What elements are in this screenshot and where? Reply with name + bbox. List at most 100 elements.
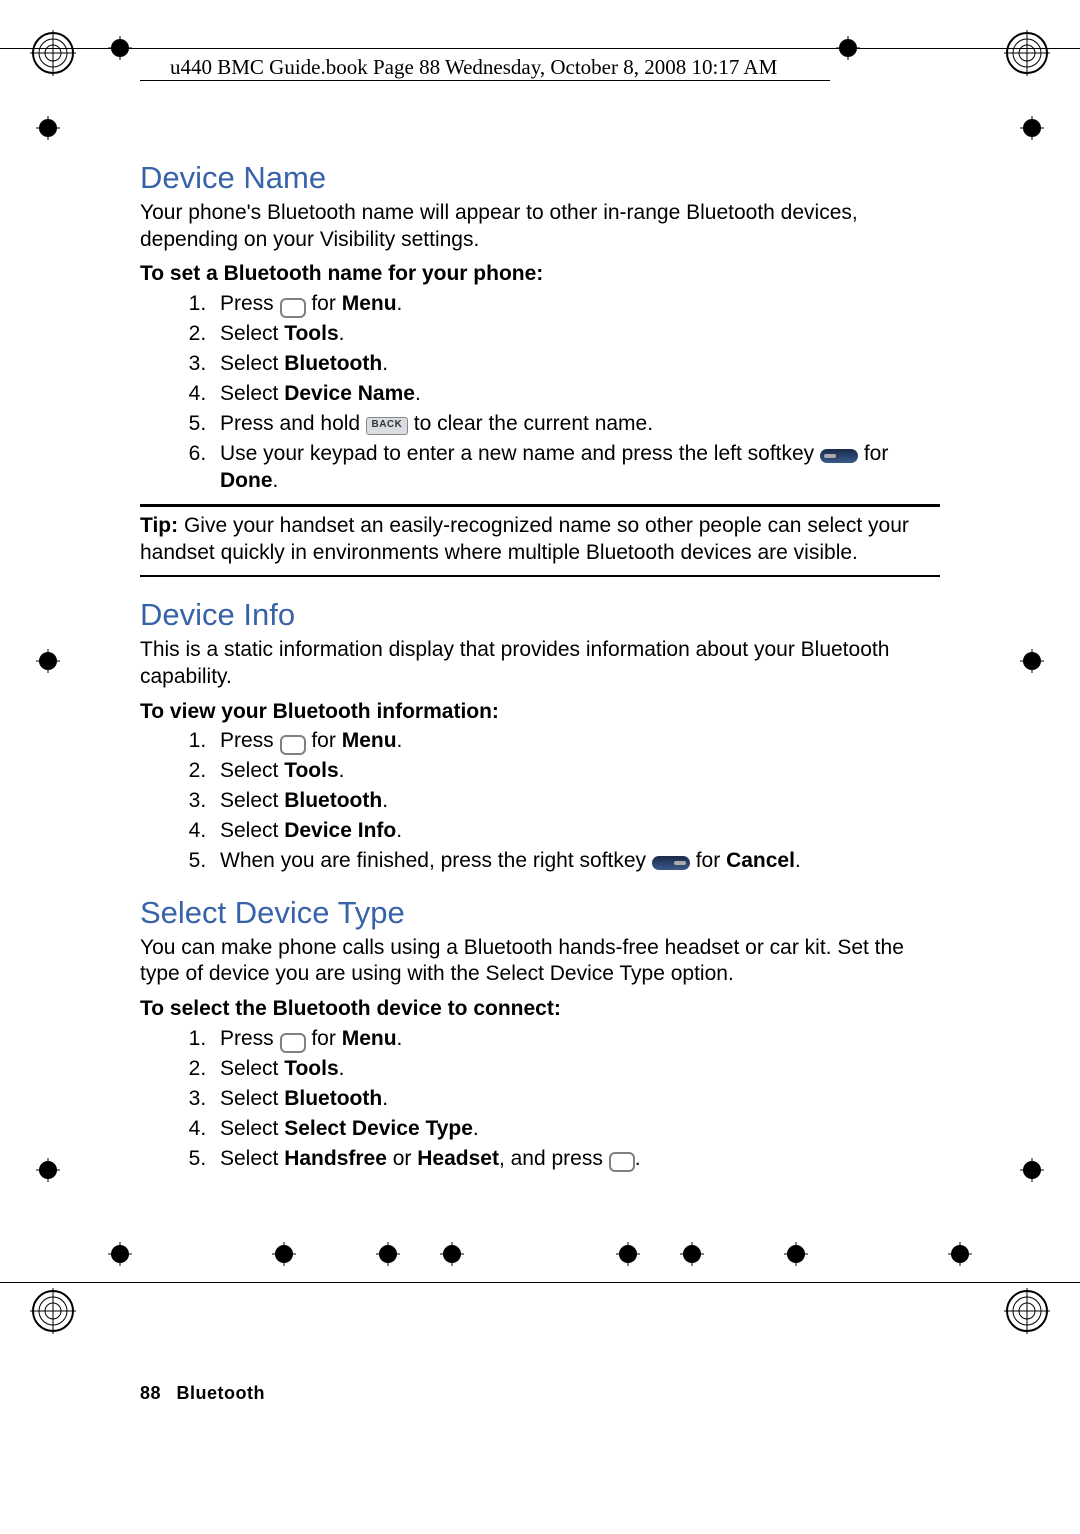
step-text: Select — [220, 759, 284, 782]
back-key-icon: BACK — [366, 417, 408, 435]
registration-dot-icon — [948, 1242, 972, 1266]
registration-mark-icon — [1004, 1288, 1050, 1334]
step-text: Select — [220, 1087, 284, 1110]
step-text: . — [635, 1147, 641, 1170]
manual-page: u440 BMC Guide.book Page 88 Wednesday, O… — [0, 0, 1080, 1534]
registration-dot-icon — [1020, 649, 1044, 673]
step: Select Device Info. — [212, 818, 940, 845]
step: Select Bluetooth. — [212, 788, 940, 815]
step-bold: Menu — [342, 292, 397, 315]
heading-select-device-type: Select Device Type — [140, 893, 940, 933]
step-text: for — [306, 292, 342, 315]
menu-ok-key-icon — [280, 298, 306, 318]
device-name-subhead: To set a Bluetooth name for your phone: — [140, 261, 940, 288]
device-info-subhead: To view your Bluetooth information: — [140, 699, 940, 726]
step-text: . — [339, 322, 345, 345]
registration-dot-icon — [36, 1158, 60, 1182]
page-footer: 88 Bluetooth — [140, 1383, 265, 1404]
step-bold: Select Device Type — [284, 1117, 473, 1140]
step: Press and hold BACK to clear the current… — [212, 411, 940, 438]
step: When you are finished, press the right s… — [212, 848, 940, 875]
step-bold: Handsfree — [284, 1147, 387, 1170]
menu-ok-key-icon — [609, 1152, 635, 1172]
step-text: Press — [220, 729, 280, 752]
step-text: , and press — [499, 1147, 609, 1170]
step-bold: Bluetooth — [284, 1087, 382, 1110]
step-text: . — [795, 849, 801, 872]
step-text: Select — [220, 819, 284, 842]
step: Select Tools. — [212, 321, 940, 348]
step-text: Press and hold — [220, 412, 366, 435]
right-softkey-icon — [652, 856, 690, 870]
tip-rule-bottom — [140, 575, 940, 577]
step-text: Select — [220, 1117, 284, 1140]
step-text: . — [339, 759, 345, 782]
step-text: . — [382, 352, 388, 375]
tip-label: Tip: — [140, 514, 178, 537]
step-bold: Menu — [342, 1027, 397, 1050]
menu-ok-key-icon — [280, 1033, 306, 1053]
registration-dot-icon — [36, 649, 60, 673]
crop-rule-top — [0, 48, 1080, 49]
registration-mark-icon — [30, 30, 76, 76]
step-bold: Device Info — [284, 819, 396, 842]
step-text: . — [473, 1117, 479, 1140]
select-device-type-subhead: To select the Bluetooth device to connec… — [140, 996, 940, 1023]
step-text: . — [339, 1057, 345, 1080]
step-bold: Menu — [342, 729, 397, 752]
registration-dot-icon — [36, 116, 60, 140]
step-bold: Bluetooth — [284, 789, 382, 812]
step-text: for — [690, 849, 726, 872]
step-bold: Tools — [284, 322, 338, 345]
menu-ok-key-icon — [280, 735, 306, 755]
step-text: Select — [220, 1057, 284, 1080]
step: Press for Menu. — [212, 728, 940, 755]
device-info-steps: Press for Menu. Select Tools. Select Blu… — [140, 728, 940, 874]
step-text: for — [306, 1027, 342, 1050]
step-text: When you are finished, press the right s… — [220, 849, 652, 872]
step-text: Select — [220, 1147, 284, 1170]
step-bold: Tools — [284, 759, 338, 782]
tip-paragraph: Tip: Give your handset an easily-recogni… — [140, 513, 940, 567]
device-name-steps: Press for Menu. Select Tools. Select Blu… — [140, 291, 940, 494]
registration-dot-icon — [836, 36, 860, 60]
step-text: . — [415, 382, 421, 405]
step-text: . — [397, 729, 403, 752]
heading-device-name: Device Name — [140, 158, 940, 198]
step-text: or — [387, 1147, 417, 1170]
page-number: 88 — [140, 1383, 161, 1403]
device-info-intro: This is a static information display tha… — [140, 637, 940, 691]
step: Select Handsfree or Headset, and press . — [212, 1146, 940, 1173]
step-bold: Cancel — [726, 849, 795, 872]
step: Select Select Device Type. — [212, 1116, 940, 1143]
step-text: Press — [220, 1027, 280, 1050]
step: Select Bluetooth. — [212, 351, 940, 378]
step-text: . — [382, 789, 388, 812]
step: Select Tools. — [212, 758, 940, 785]
header-rule — [140, 80, 830, 81]
step-text: Use your keypad to enter a new name and … — [220, 442, 820, 465]
select-device-type-intro: You can make phone calls using a Bluetoo… — [140, 935, 940, 989]
step-text: . — [397, 1027, 403, 1050]
device-name-intro: Your phone's Bluetooth name will appear … — [140, 200, 940, 254]
step-text: Select — [220, 789, 284, 812]
registration-dot-icon — [108, 1242, 132, 1266]
registration-mark-icon — [30, 1288, 76, 1334]
step-text: . — [396, 819, 402, 842]
tip-rule-top — [140, 504, 940, 507]
step-text: . — [397, 292, 403, 315]
step: Select Bluetooth. — [212, 1086, 940, 1113]
footer-section: Bluetooth — [177, 1383, 265, 1403]
tip-text: Give your handset an easily-recognized n… — [140, 514, 909, 564]
step-text: to clear the current name. — [408, 412, 653, 435]
left-softkey-icon — [820, 449, 858, 463]
registration-dot-icon — [108, 36, 132, 60]
step-bold: Device Name — [284, 382, 415, 405]
step-text: Press — [220, 292, 280, 315]
registration-mark-icon — [1004, 30, 1050, 76]
heading-device-info: Device Info — [140, 595, 940, 635]
running-header: u440 BMC Guide.book Page 88 Wednesday, O… — [170, 55, 777, 80]
step: Use your keypad to enter a new name and … — [212, 441, 940, 495]
step-text: . — [273, 469, 279, 492]
step-text: Select — [220, 352, 284, 375]
